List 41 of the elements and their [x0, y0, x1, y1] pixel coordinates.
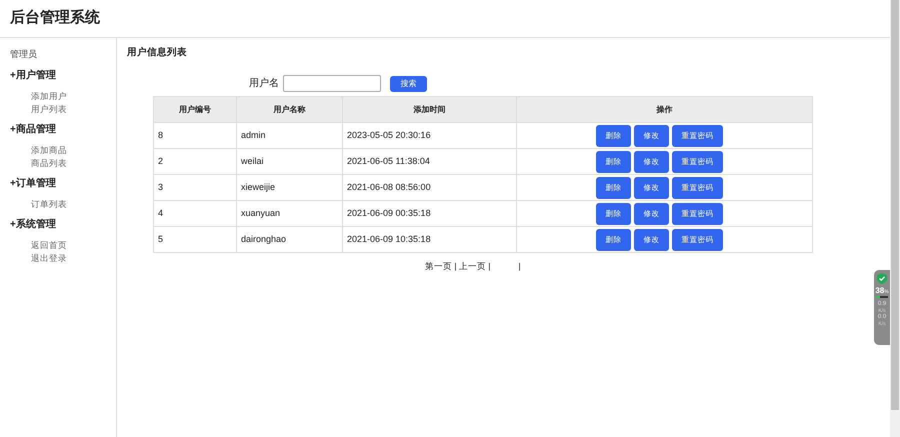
table-cell: 2021-06-09 00:35:18: [342, 200, 516, 227]
table-cell: 8: [154, 122, 236, 149]
menu-item[interactable]: 返回首页: [10, 238, 116, 252]
menu-item[interactable]: 商品列表: [10, 156, 116, 170]
menu-group-title[interactable]: +用户管理: [10, 68, 116, 82]
menu-item[interactable]: 添加商品: [10, 144, 116, 156]
cpu-reading: 38: [875, 287, 884, 295]
table-cell: xieweijie: [236, 174, 342, 201]
table-cell: 4: [154, 200, 236, 227]
table-cell: 2021-06-05 11:38:04: [342, 148, 516, 175]
page-title: 用户信息列表: [127, 46, 188, 60]
column-header: 操作: [516, 96, 812, 123]
column-header: 用户名称: [236, 96, 342, 123]
table-cell: weilai: [236, 148, 342, 175]
table-cell: 2021-06-08 08:56:00: [342, 174, 516, 201]
menu-item[interactable]: 添加用户: [10, 90, 116, 102]
column-header: 用户编号: [154, 96, 236, 123]
search-button[interactable]: 搜索: [390, 76, 427, 92]
username-field[interactable]: [283, 75, 381, 92]
menu-item[interactable]: 退出登录: [10, 252, 116, 264]
column-header: 添加时间: [342, 96, 516, 123]
table-cell: 2023-05-05 20:30:16: [342, 122, 516, 149]
table-cell: admin: [236, 122, 342, 149]
username-label: 用户名: [249, 76, 279, 92]
app-title: 后台管理系统: [10, 8, 100, 28]
menu-group-title[interactable]: +系统管理: [10, 216, 116, 232]
pagination-links[interactable]: |: [518, 260, 521, 273]
role-label: 管理员: [10, 48, 38, 61]
table-cell: 2021-06-09 10:35:18: [342, 226, 516, 253]
menu-item[interactable]: 订单列表: [10, 198, 116, 210]
menu-item[interactable]: 用户列表: [10, 102, 116, 116]
pagination-links[interactable]: 第一页 | 上一页 |: [425, 260, 491, 273]
scrollbar[interactable]: [890, 0, 900, 437]
menu-group-title[interactable]: +订单管理: [10, 176, 116, 190]
shield-check-icon: [877, 273, 887, 284]
table-cell: 3: [154, 174, 236, 201]
table-cell: daironghao: [236, 226, 342, 253]
table-cell: 2: [154, 148, 236, 175]
menu-group-title[interactable]: +商品管理: [10, 122, 116, 136]
table-cell: 5: [154, 226, 236, 253]
table-cell: xuanyuan: [236, 200, 342, 227]
